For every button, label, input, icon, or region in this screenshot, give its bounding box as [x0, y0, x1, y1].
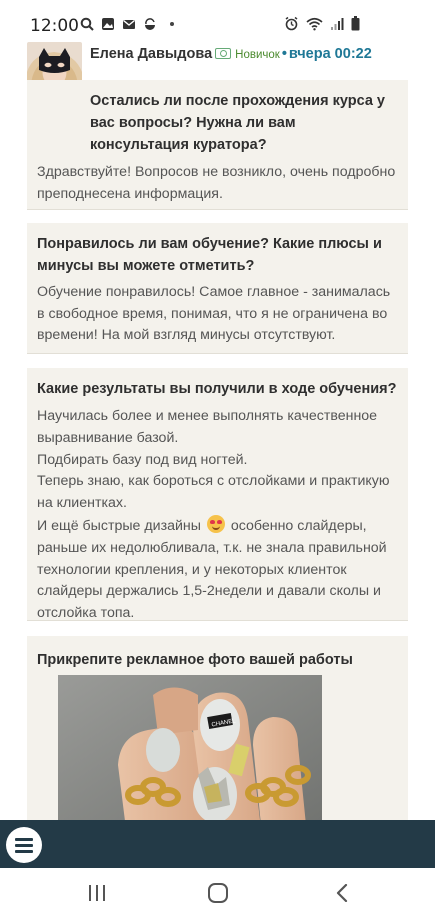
author-level-badge: Новичок — [235, 49, 280, 61]
answer-text: Обучение понравилось! Самое главное - за… — [37, 284, 391, 344]
author-meta: Елена Давыдова Новичок • вчера 00:22 — [90, 46, 372, 62]
bottom-app-bar — [0, 820, 435, 868]
qa-card: Понравилось ли вам обучение? Какие плюсы… — [27, 223, 408, 354]
question-text: Прикрепите рекламное фото вашей работы — [37, 652, 353, 668]
status-left-icons — [80, 17, 174, 31]
hamburger-menu-icon[interactable] — [6, 827, 42, 863]
qa-card: Прикрепите рекламное фото вашей работы C… — [27, 636, 408, 845]
wifi-icon — [306, 17, 323, 30]
battery-icon — [351, 16, 360, 31]
notification-dot — [170, 22, 174, 26]
author-separator: • — [281, 46, 287, 62]
post-timestamp[interactable]: вчера 00:22 — [289, 46, 372, 62]
heart-eyes-emoji-icon — [206, 514, 225, 533]
gmail-icon — [123, 19, 135, 29]
answer-line: И ещё быстрые дизайны — [37, 517, 201, 534]
answer-line: Теперь знаю, как бороться с отслойками и… — [37, 473, 390, 512]
id-card-icon — [215, 48, 232, 59]
status-time: 12:00 — [30, 16, 79, 36]
answer-text: Научилась более и менее выполнять качест… — [37, 406, 398, 625]
question-text: Какие результаты вы получили в ходе обуч… — [37, 381, 397, 397]
status-right-icons — [284, 16, 360, 31]
signal-icon — [331, 17, 344, 30]
question-text: Понравилось ли вам обучение? Какие плюсы… — [37, 236, 382, 274]
question-text: Остались ли после прохождения курса у ва… — [90, 93, 385, 153]
qa-card: Какие результаты вы получили в ходе обуч… — [27, 368, 408, 621]
answer-line: Научилась более и менее выполнять качест… — [37, 408, 378, 446]
alarm-icon — [285, 16, 298, 31]
answer-line-with-emoji: И ещё быстрые дизайны особенно слайдеры,… — [37, 514, 398, 625]
answer-line: Подбирать базу под вид ногтей. — [37, 451, 248, 468]
gallery-icon — [102, 18, 114, 30]
home-icon[interactable] — [208, 883, 228, 903]
author-name[interactable]: Елена Давыдова — [90, 46, 212, 62]
qa-card: Остались ли после прохождения курса у ва… — [27, 80, 408, 210]
answer-text: Здравствуйте! Вопросов не возникло, очен… — [37, 164, 396, 202]
android-nav-bar — [0, 868, 435, 918]
search-icon — [80, 17, 94, 31]
sync-icon — [145, 18, 155, 30]
recents-icon[interactable] — [88, 884, 106, 902]
back-icon[interactable] — [335, 884, 349, 902]
status-bar: 12:00 — [0, 0, 435, 44]
